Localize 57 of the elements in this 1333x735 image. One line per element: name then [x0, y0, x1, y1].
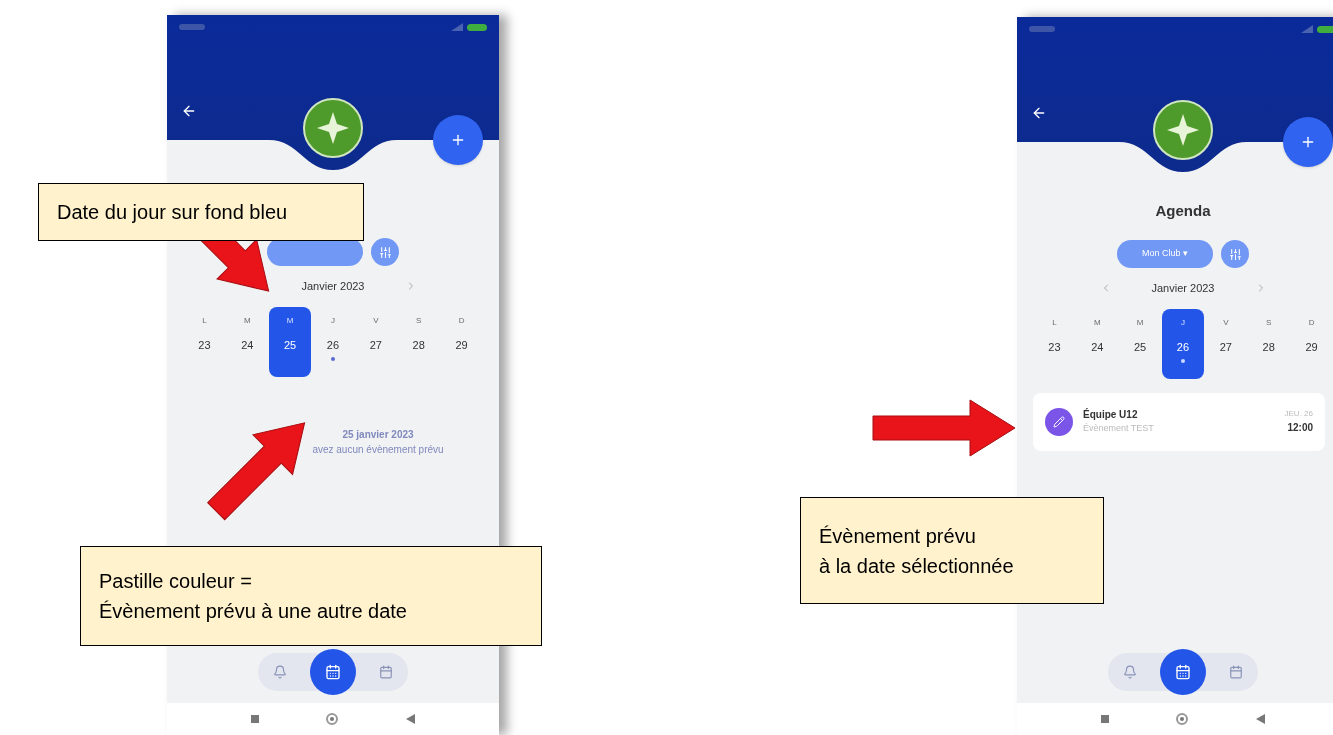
calendar-icon — [325, 664, 341, 680]
event-time: 12:00 — [1287, 421, 1313, 435]
month-label: Janvier 2023 — [1151, 281, 1215, 296]
back-button[interactable] — [181, 103, 197, 119]
day-cell[interactable]: V 27 — [1204, 308, 1247, 379]
calendar-icon — [1175, 664, 1191, 680]
event-card[interactable]: Équipe U12 Évènement TEST JEU. 26 12:00 — [1033, 392, 1325, 451]
empty-message: 25 janvier 2023 — [342, 427, 414, 442]
day-cell[interactable]: M 24 — [226, 306, 269, 377]
day-cell[interactable]: M 25 — [1119, 308, 1162, 379]
day-cell[interactable]: S 28 — [1247, 308, 1290, 379]
back-icon[interactable] — [406, 714, 416, 724]
day-cell[interactable]: D 29 — [440, 306, 483, 377]
recent-apps-icon[interactable] — [1100, 715, 1109, 723]
calendar-icon — [1229, 665, 1243, 679]
day-cell[interactable]: S 28 — [397, 306, 440, 377]
event-title: Équipe U12 — [1083, 407, 1139, 423]
add-button[interactable] — [1283, 117, 1333, 167]
event-day: JEU. 26 — [1284, 408, 1313, 420]
battery-icon — [1317, 25, 1333, 33]
back-button[interactable] — [1031, 105, 1047, 121]
signal-icon — [451, 23, 463, 31]
pencil-icon — [1053, 415, 1065, 428]
callout-note: Date du jour sur fond bleu — [38, 183, 364, 241]
plus-icon — [1300, 134, 1316, 150]
day-cell[interactable]: J 26 — [312, 306, 354, 377]
nav-tab[interactable] — [310, 649, 356, 695]
back-icon[interactable] — [1256, 714, 1266, 724]
day-cell[interactable]: V 27 — [354, 306, 397, 377]
callout-note: Évènement prévu à la date sélectionnée — [800, 497, 1104, 604]
recent-apps-icon[interactable] — [250, 715, 259, 723]
home-icon[interactable] — [1176, 713, 1189, 725]
day-cell[interactable]: M 25 — [269, 306, 312, 377]
day-cell[interactable]: L 23 — [183, 306, 226, 377]
calendar-icon — [379, 665, 393, 679]
back-arrow-icon — [1031, 105, 1047, 121]
day-cell[interactable]: J 26 — [1162, 308, 1204, 379]
event-subtitle: Évènement TEST — [1083, 422, 1155, 436]
day-cell[interactable]: L 23 — [1033, 308, 1076, 379]
bell-icon — [273, 665, 287, 679]
signal-icon — [1301, 25, 1313, 33]
day-cell[interactable]: M 24 — [1076, 308, 1119, 379]
home-icon[interactable] — [326, 713, 339, 725]
sliders-icon — [378, 245, 392, 259]
day-cell[interactable]: D 29 — [1290, 308, 1333, 379]
sliders-icon — [1228, 247, 1242, 261]
filter-button[interactable] — [1221, 240, 1249, 268]
month-label: Janvier 2023 — [301, 279, 365, 294]
plus-icon — [450, 132, 466, 148]
page-title: Agenda — [1155, 200, 1211, 221]
add-button[interactable] — [433, 115, 483, 165]
battery-icon — [467, 23, 487, 31]
empty-message: avez aucun évènement prévu — [312, 442, 444, 457]
bell-icon — [1123, 665, 1137, 679]
filter-button[interactable] — [371, 238, 399, 266]
nav-tab[interactable] — [1160, 649, 1206, 695]
callout-note: Pastille couleur = Évènement prévu à une autre date — [80, 546, 542, 646]
